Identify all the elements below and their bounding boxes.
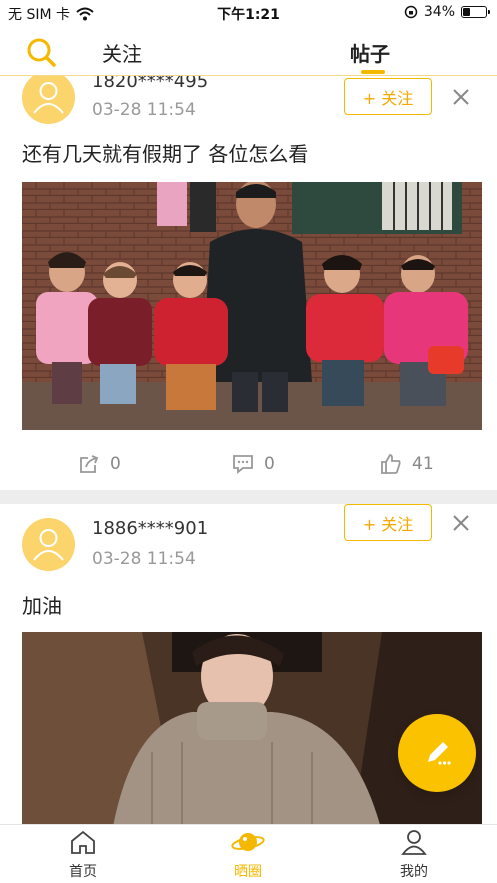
status-bar: 无 SIM 卡 下午1:21 34% [0,0,497,26]
post-divider [0,490,497,504]
tab-circle[interactable]: 晒圈 [208,829,288,881]
battery-percent: 34% [423,4,455,20]
default-avatar-icon [33,529,64,561]
search-icon[interactable] [26,37,58,69]
tab-profile[interactable]: 我的 [374,829,454,881]
follow-button[interactable]: + 关注 [344,78,432,115]
post-time: 03-28 11:54 [92,100,196,120]
post-feed[interactable]: 1820****495 03-28 11:54 + 关注 还有几天就有假期了 各… [0,76,497,824]
bottom-tab-bar: 首页 晒圈 我的 [0,824,497,883]
battery-icon [461,6,490,18]
planet-icon [231,833,265,851]
post-card: 1820****495 03-28 11:54 + 关注 还有几天就有假期了 各… [0,76,497,490]
active-tab-indicator [361,70,385,74]
like-button[interactable]: 41 [380,453,434,475]
comment-count: 0 [264,454,275,474]
tab-profile-label: 我的 [400,864,428,880]
tab-home-label: 首页 [69,864,97,880]
share-count: 0 [110,454,121,474]
close-icon[interactable] [450,86,472,108]
username[interactable]: 1886****901 [92,518,208,539]
tab-follow[interactable]: 关注 [102,38,142,67]
share-icon [80,455,99,473]
tab-posts[interactable]: 帖子 [350,38,390,67]
pencil-icon [428,742,451,765]
close-icon[interactable] [450,512,472,534]
tab-home[interactable]: 首页 [43,829,123,881]
rotation-lock-icon [404,5,418,19]
comment-icon [233,455,253,474]
top-nav: 关注 帖子 [0,26,497,76]
share-button[interactable]: 0 [78,453,121,475]
comment-button[interactable]: 0 [232,453,275,475]
battery-level [463,8,470,16]
profile-icon [401,830,427,855]
like-count: 41 [412,454,434,474]
compose-button[interactable] [398,714,476,792]
username[interactable]: 1820****495 [92,76,208,92]
thumbs-up-icon [381,454,401,474]
avatar[interactable] [22,76,75,124]
tab-circle-label: 晒圈 [234,864,262,880]
post-time: 03-28 11:54 [92,549,196,569]
post-photo[interactable] [22,182,482,430]
post-text: 加油 [22,594,62,618]
default-avatar-icon [33,82,64,114]
home-icon [71,830,95,854]
follow-button[interactable]: + 关注 [344,504,432,541]
post-text: 还有几天就有假期了 各位怎么看 [22,142,309,166]
avatar[interactable] [22,518,75,571]
